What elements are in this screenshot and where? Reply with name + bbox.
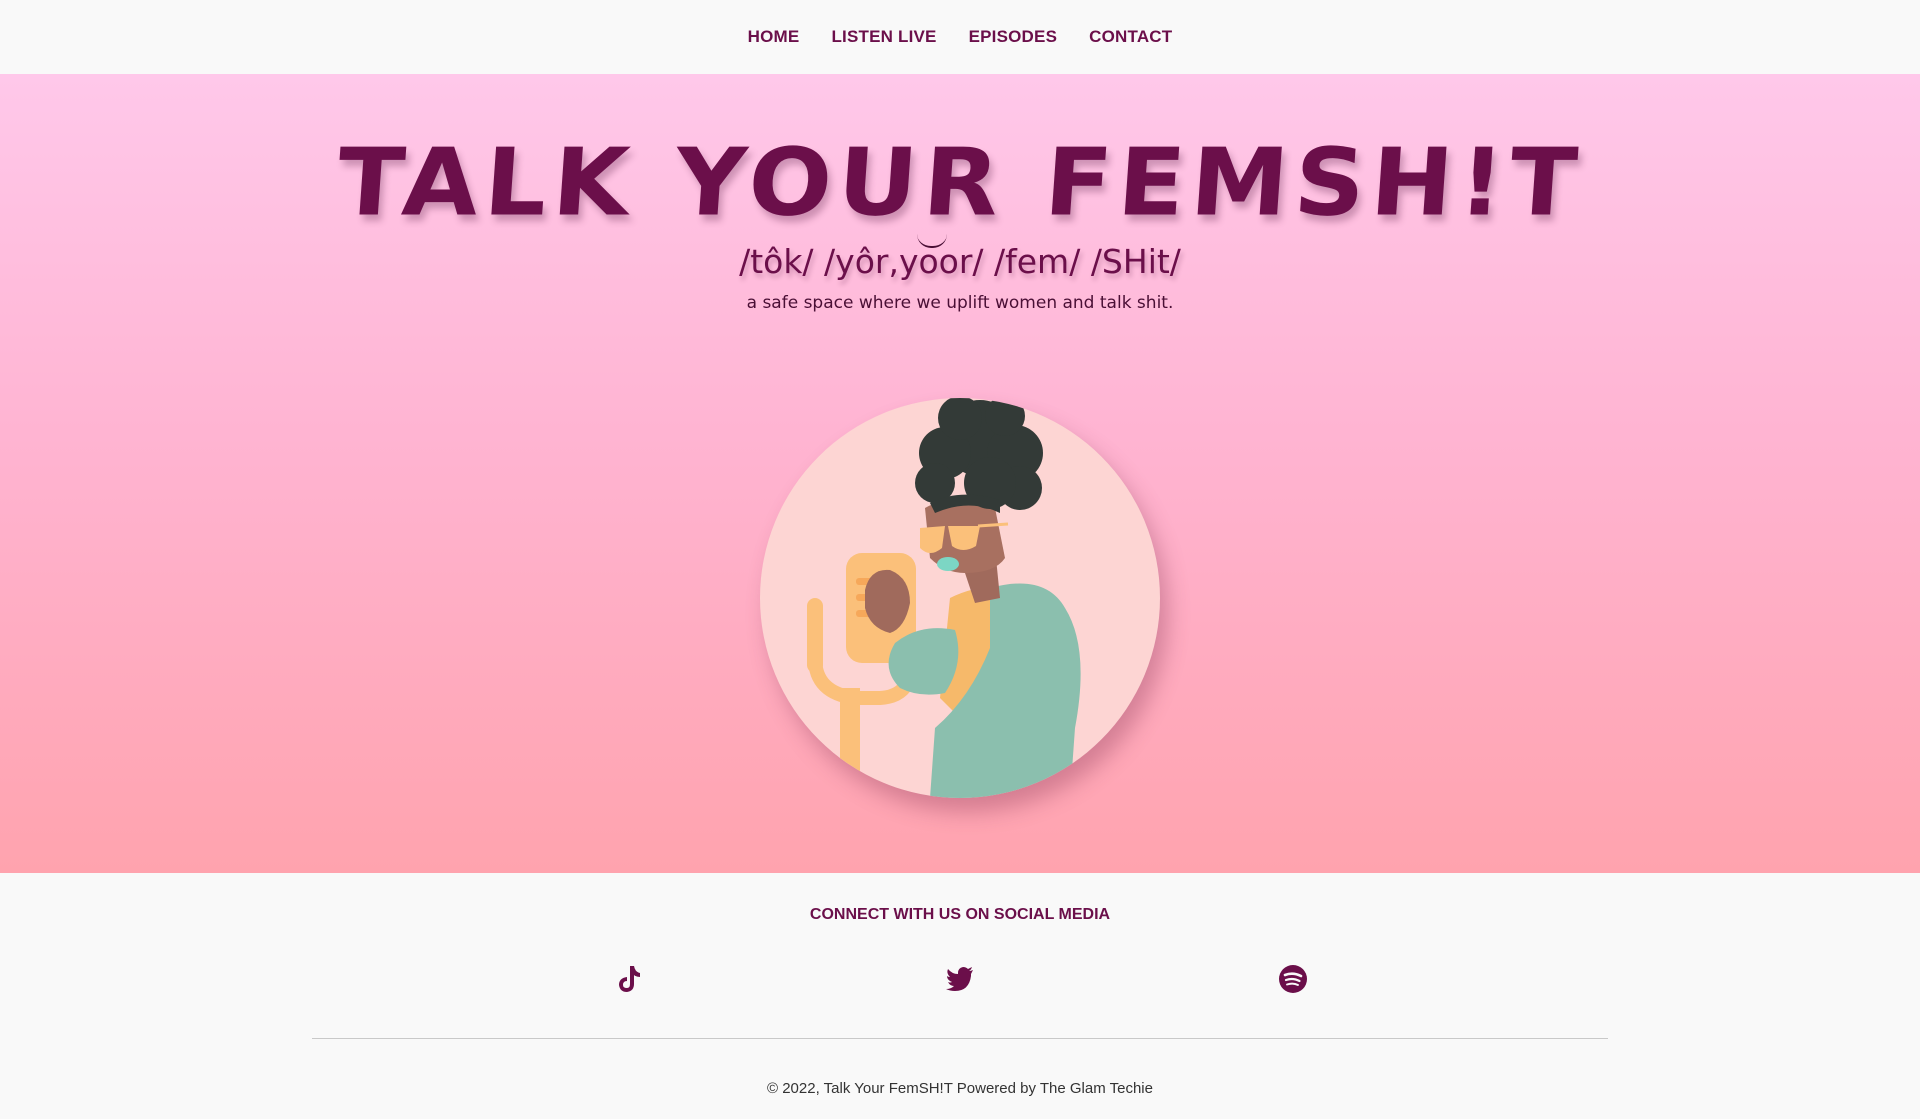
- host-portrait-svg: [807, 398, 1081, 798]
- twitter-glyph: [946, 967, 973, 991]
- pronunciation-text: /tôk/ /yôr,yoor/ /fem/ /SHit/: [739, 242, 1181, 281]
- tiktok-icon[interactable]: [612, 963, 644, 995]
- social-section: CONNECT WITH US ON SOCIAL MEDIA © 2022, …: [0, 873, 1920, 1119]
- nav-home-link[interactable]: HOME: [748, 27, 800, 47]
- spotify-icon[interactable]: [1277, 963, 1309, 995]
- hero-section: TALK YOUR FEMSH!T /tôk/ /yôr,yoor/ /fem/…: [0, 74, 1920, 873]
- main-nav: HOME LISTEN LIVE EPISODES CONTACT: [0, 0, 1920, 74]
- tagline-text: a safe space where we uplift women and t…: [746, 293, 1174, 313]
- nav-contact-link[interactable]: CONTACT: [1089, 27, 1172, 47]
- nav-listen-live-link[interactable]: LISTEN LIVE: [831, 27, 936, 47]
- nav-episodes-link[interactable]: EPISODES: [969, 27, 1058, 47]
- twitter-icon[interactable]: [944, 963, 976, 995]
- social-heading: CONNECT WITH US ON SOCIAL MEDIA: [809, 906, 1111, 923]
- site-title: TALK YOUR FEMSH!T: [333, 128, 1587, 238]
- spotify-glyph: [1279, 965, 1307, 993]
- tiktok-glyph: [619, 966, 640, 992]
- footer-divider: [312, 1038, 1608, 1039]
- copyright-text: © 2022, Talk Your FemSH!T Powered by The…: [767, 1080, 1153, 1097]
- podcast-host-illustration: [760, 398, 1160, 798]
